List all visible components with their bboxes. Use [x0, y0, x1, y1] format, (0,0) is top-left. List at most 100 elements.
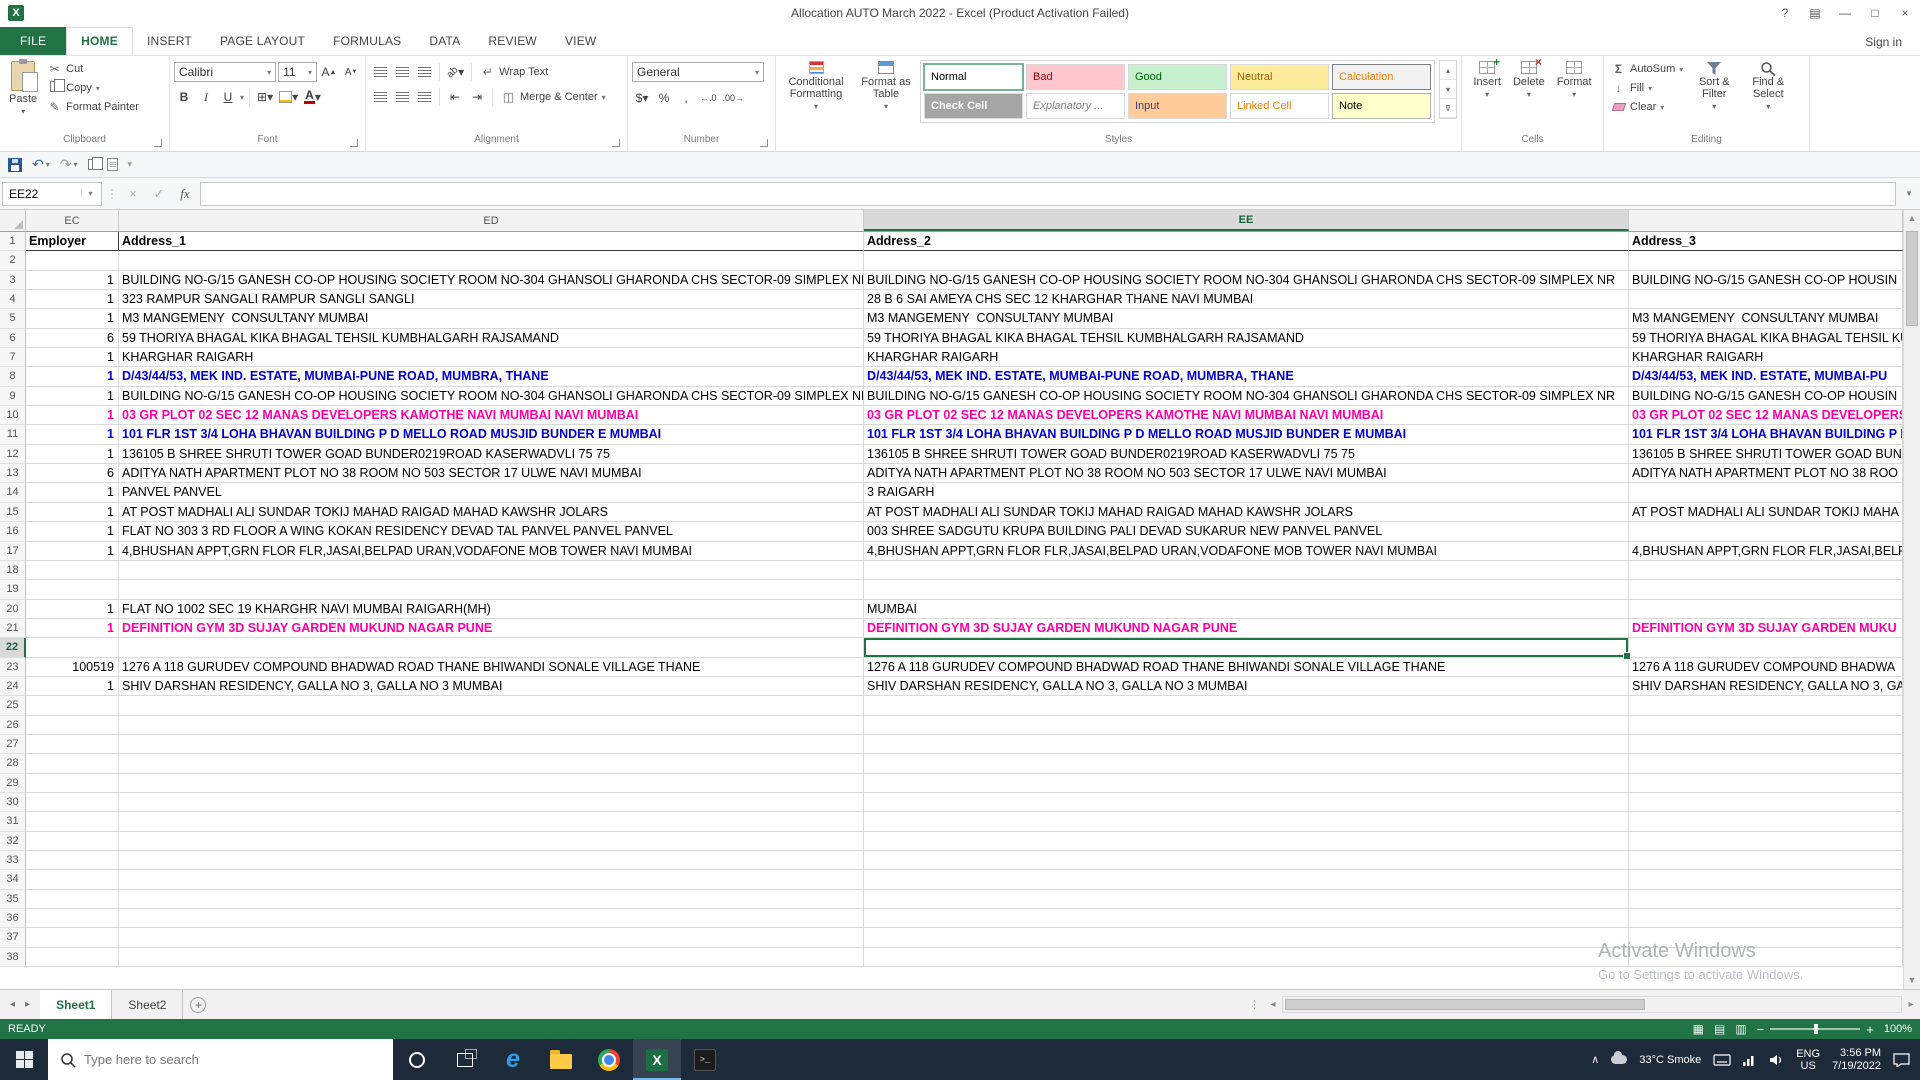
row-header-19[interactable]: 19: [0, 580, 26, 599]
cell-ED3[interactable]: BUILDING NO-G/15 GANESH CO-OP HOUSING SO…: [119, 271, 864, 290]
sign-in-link[interactable]: Sign in: [1847, 29, 1920, 55]
cell-EE2[interactable]: [864, 251, 1629, 270]
align-middle-button[interactable]: [392, 62, 412, 82]
cell-EC20[interactable]: 1: [26, 600, 119, 619]
fill-button[interactable]: ↓Fill▾: [1608, 80, 1686, 96]
cell-EE8[interactable]: D/43/44/53, MEK IND. ESTATE, MUMBAI-PUNE…: [864, 367, 1629, 386]
cell-EF30[interactable]: [1629, 793, 1903, 812]
cell-EC6[interactable]: 6: [26, 329, 119, 348]
row-header-17[interactable]: 17: [0, 542, 26, 561]
cell-ED27[interactable]: [119, 735, 864, 754]
cell-EC38[interactable]: [26, 948, 119, 967]
cell-EC7[interactable]: 1: [26, 348, 119, 367]
weather-text[interactable]: 33°C Smoke: [1639, 1054, 1701, 1066]
percent-style-button[interactable]: %: [654, 88, 674, 108]
cell-ED28[interactable]: [119, 754, 864, 773]
decrease-font-size-button[interactable]: A▼: [341, 62, 361, 82]
increase-indent-button[interactable]: ⇥: [467, 87, 487, 107]
cell-EF16[interactable]: [1629, 522, 1903, 541]
cell-style-explanatory-[interactable]: Explanatory ...: [1026, 93, 1125, 119]
cell-EF32[interactable]: [1629, 832, 1903, 851]
cell-EC33[interactable]: [26, 851, 119, 870]
zoom-out-button[interactable]: −: [1757, 1022, 1765, 1037]
cell-EC4[interactable]: 1: [26, 290, 119, 309]
start-button[interactable]: [0, 1039, 48, 1080]
cell-EE4[interactable]: 28 B 6 SAI AMEYA CHS SEC 12 KHARGHAR THA…: [864, 290, 1629, 309]
cell-EF12[interactable]: 136105 B SHREE SHRUTI TOWER GOAD BUND: [1629, 445, 1903, 464]
cell-style-bad[interactable]: Bad: [1026, 64, 1125, 90]
vertical-scrollbar[interactable]: ▲ ▼: [1903, 210, 1920, 989]
cortana-button[interactable]: [393, 1039, 441, 1080]
cell-EF26[interactable]: [1629, 716, 1903, 735]
cell-ED38[interactable]: [119, 948, 864, 967]
cell-EC28[interactable]: [26, 754, 119, 773]
format-painter-button[interactable]: ✎Format Painter: [44, 99, 142, 115]
cut-button[interactable]: ✂Cut: [44, 61, 142, 77]
ribbon-tab-review[interactable]: REVIEW: [474, 28, 551, 55]
accounting-format-button[interactable]: $▾: [632, 88, 652, 108]
ribbon-tab-data[interactable]: DATA: [415, 28, 474, 55]
align-bottom-button[interactable]: [414, 62, 434, 82]
cell-EC31[interactable]: [26, 812, 119, 831]
cell-EE13[interactable]: ADITYA NATH APARTMENT PLOT NO 38 ROOM NO…: [864, 464, 1629, 483]
ribbon-tab-page-layout[interactable]: PAGE LAYOUT: [206, 28, 319, 55]
name-box-input[interactable]: [3, 187, 81, 201]
cell-EE12[interactable]: 136105 B SHREE SHRUTI TOWER GOAD BUNDER0…: [864, 445, 1629, 464]
cell-EC14[interactable]: 1: [26, 483, 119, 502]
cell-EE19[interactable]: [864, 580, 1629, 599]
cell-EF19[interactable]: [1629, 580, 1903, 599]
customize-qat-button[interactable]: ▾: [128, 159, 133, 170]
cell-ED31[interactable]: [119, 812, 864, 831]
cell-EE29[interactable]: [864, 774, 1629, 793]
cell-ED6[interactable]: 59 THORIYA BHAGAL KIKA BHAGAL TEHSIL KUM…: [119, 329, 864, 348]
qat-new-document-button[interactable]: [107, 158, 118, 171]
increase-decimal-button[interactable]: ←.0: [698, 88, 719, 108]
number-dialog-launcher[interactable]: [760, 139, 768, 147]
cell-EC29[interactable]: [26, 774, 119, 793]
clear-button[interactable]: Clear▾: [1608, 99, 1686, 115]
cell-EF36[interactable]: [1629, 909, 1903, 928]
row-header-10[interactable]: 10: [0, 406, 26, 425]
column-header-EE[interactable]: EE: [864, 210, 1629, 231]
cell-ED4[interactable]: 323 RAMPUR SANGALI RAMPUR SANGLI SANGLI: [119, 290, 864, 309]
name-box[interactable]: ▾: [2, 182, 102, 206]
sheet-tab-sheet1[interactable]: Sheet1: [40, 989, 112, 1019]
row-header-16[interactable]: 16: [0, 522, 26, 541]
row-header-38[interactable]: 38: [0, 948, 26, 967]
cell-EF22[interactable]: [1629, 638, 1903, 657]
orientation-button[interactable]: ab▾: [445, 62, 466, 82]
cell-EE1[interactable]: Address_2: [864, 232, 1629, 251]
format-cells-button[interactable]: Format▾: [1552, 58, 1597, 104]
cell-EE34[interactable]: [864, 870, 1629, 889]
row-header-32[interactable]: 32: [0, 832, 26, 851]
cell-ED33[interactable]: [119, 851, 864, 870]
align-right-button[interactable]: [414, 87, 434, 107]
cell-ED18[interactable]: [119, 561, 864, 580]
cell-EF6[interactable]: 59 THORIYA BHAGAL KIKA BHAGAL TEHSIL KU: [1629, 329, 1903, 348]
cell-EE31[interactable]: [864, 812, 1629, 831]
merge-center-button[interactable]: ◫Merge & Center▾: [498, 89, 609, 105]
delete-cells-button[interactable]: × Delete▾: [1508, 58, 1550, 104]
cell-ED16[interactable]: FLAT NO 303 3 RD FLOOR A WING KOKAN RESI…: [119, 522, 864, 541]
cell-EC18[interactable]: [26, 561, 119, 580]
cell-EF25[interactable]: [1629, 696, 1903, 715]
cell-EF23[interactable]: 1276 A 118 GURUDEV COMPOUND BHADWA: [1629, 658, 1903, 677]
bold-button[interactable]: B: [174, 87, 194, 107]
cell-style-neutral[interactable]: Neutral: [1230, 64, 1329, 90]
save-button[interactable]: [8, 158, 22, 172]
show-hidden-icons-button[interactable]: ∧: [1591, 1053, 1599, 1066]
cell-ED35[interactable]: [119, 890, 864, 909]
cell-ED24[interactable]: SHIV DARSHAN RESIDENCY, GALLA NO 3, GALL…: [119, 677, 864, 696]
cell-EF1[interactable]: Address_3: [1629, 232, 1903, 251]
cell-EE37[interactable]: [864, 928, 1629, 947]
row-header-26[interactable]: 26: [0, 716, 26, 735]
font-name-select[interactable]: Calibri▾: [174, 62, 276, 82]
cell-EC16[interactable]: 1: [26, 522, 119, 541]
row-header-15[interactable]: 15: [0, 503, 26, 522]
cell-EE18[interactable]: [864, 561, 1629, 580]
cell-EE27[interactable]: [864, 735, 1629, 754]
maximize-button[interactable]: □: [1860, 0, 1890, 26]
row-header-24[interactable]: 24: [0, 677, 26, 696]
decrease-decimal-button[interactable]: .00→: [721, 88, 747, 108]
copy-button[interactable]: Copy▾: [44, 80, 142, 96]
